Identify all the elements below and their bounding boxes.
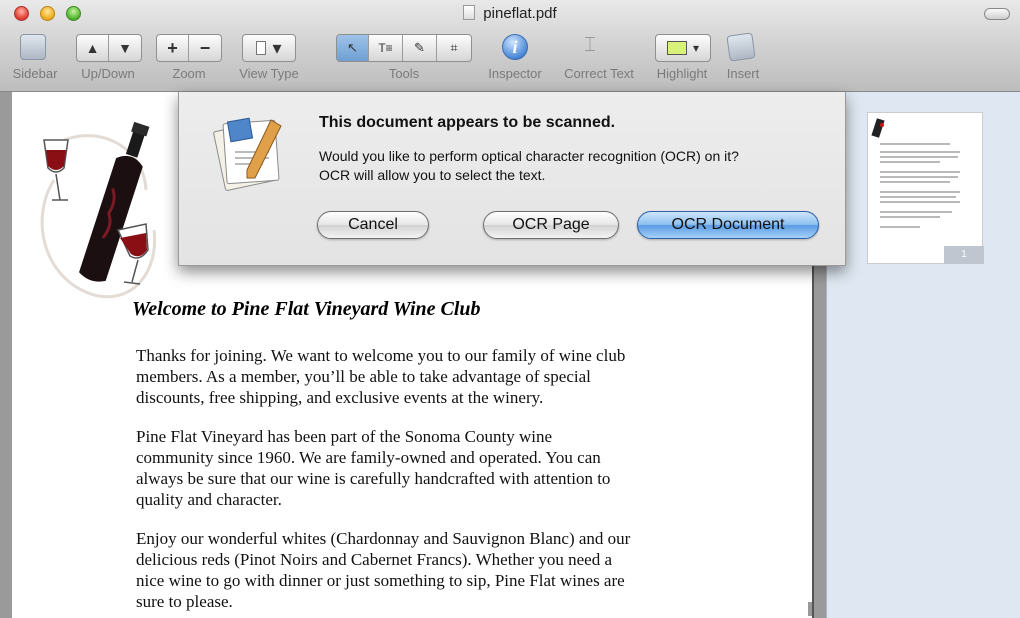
text-line: always be sure that our wine is carefull… (136, 469, 611, 488)
plus-icon: + (167, 37, 178, 58)
text-line: Enjoy our wonderful whites (Chardonnay a… (136, 529, 631, 548)
zoom-control: + − (156, 34, 222, 62)
text-line: sure to please. (136, 592, 233, 611)
thumbnail-text-line (880, 181, 950, 183)
wine-illustration (40, 121, 157, 299)
text-line: community since 1960. We are family-owne… (136, 448, 601, 467)
insert-button[interactable] (726, 32, 756, 65)
toolbar-toggle-button[interactable] (984, 8, 1010, 20)
thumbnail-text-line (880, 191, 960, 193)
thumbnail-text-line (880, 171, 960, 173)
sidebar-icon (20, 34, 46, 60)
thumbnail-sidebar: 1 (826, 92, 1020, 618)
chevron-down-icon: ▾ (272, 37, 282, 58)
thumbnail-text-line (880, 161, 940, 163)
correct-text-label: Correct Text (564, 66, 634, 81)
sheet-message-line: Would you like to perform optical charac… (319, 148, 739, 164)
annotate-tool-button[interactable]: ✎ (403, 35, 437, 61)
text-line: Thanks for joining. We want to welcome y… (136, 346, 626, 365)
tools-label: Tools (388, 66, 420, 81)
highlight-button[interactable]: ▾ (655, 34, 711, 62)
sheet-message: Would you like to perform optical charac… (319, 147, 829, 185)
vertical-scrollbar[interactable] (808, 602, 812, 616)
page-view-icon (256, 41, 267, 55)
pointer-icon: ↖ (347, 40, 358, 55)
correct-text-button[interactable]: ⌶ (584, 34, 596, 57)
select-tool-button[interactable]: ↖ (337, 35, 369, 61)
thumbnail-text-line (880, 151, 960, 153)
inspector-button[interactable]: i (502, 34, 528, 60)
thumbnail-text-line (880, 176, 958, 178)
crop-tool-button[interactable]: ⌗ (437, 35, 471, 61)
thumbnail-accent-icon (880, 123, 884, 127)
chevron-down-icon: ▾ (692, 41, 700, 55)
minus-icon: − (199, 37, 211, 58)
window-titlebar: pineflat.pdf Sidebar ▲ ▼ Up/Down + − Zoo… (0, 0, 1020, 92)
highlight-label: Highlight (656, 66, 708, 81)
updown-control: ▲ ▼ (76, 34, 142, 62)
tools-control: ↖ T≡ ✎ ⌗ (336, 34, 472, 62)
text-line: members. As a member, you’ll be able to … (136, 367, 591, 386)
sidebar-label: Sidebar (12, 66, 58, 81)
sheet-message-line: OCR will allow you to select the text. (319, 167, 546, 183)
text-line: delicious reds (Pinot Noirs and Cabernet… (136, 550, 613, 569)
crop-icon: ⌗ (450, 40, 458, 55)
arrow-up-icon: ▲ (85, 40, 100, 56)
text-select-tool-button[interactable]: T≡ (369, 35, 403, 61)
document-paragraph-1: Thanks for joining. We want to welcome y… (136, 345, 696, 408)
ocr-document-button[interactable]: OCR Document (637, 211, 819, 239)
view-type-button[interactable]: ▾ (242, 34, 296, 62)
zoom-in-button[interactable]: + (157, 35, 189, 61)
sheet-title: This document appears to be scanned. (319, 114, 616, 131)
text-line: Pine Flat Vineyard has been part of the … (136, 427, 553, 446)
thumbnail-text-line (880, 196, 956, 198)
pencil-icon: ✎ (414, 40, 425, 55)
insert-page-icon (726, 32, 756, 62)
highlight-color-swatch (666, 41, 687, 55)
thumbnail-text-line (880, 143, 950, 145)
thumbnail-text-line (880, 216, 940, 218)
document-paragraph-2: Pine Flat Vineyard has been part of the … (136, 426, 696, 510)
sidebar-button[interactable] (20, 34, 46, 65)
ocr-page-button[interactable]: OCR Page (483, 211, 619, 239)
window-title: pineflat.pdf (0, 5, 1020, 22)
text-line: nice wine to go with dinner or just some… (136, 571, 625, 590)
text-line: quality and character. (136, 490, 282, 509)
zoom-out-button[interactable]: − (189, 35, 221, 61)
document-paragraph-3: Enjoy our wonderful whites (Chardonnay a… (136, 528, 696, 612)
arrow-down-icon: ▼ (118, 40, 132, 56)
pdf-document-icon (463, 5, 476, 20)
thumbnail-text-line (880, 201, 960, 203)
page-thumbnail[interactable] (867, 112, 983, 264)
insert-label: Insert (726, 66, 760, 81)
zoom-label: Zoom (172, 66, 206, 81)
thumbnail-text-line (880, 156, 958, 158)
text-line: discounts, free shipping, and exclusive … (136, 388, 544, 407)
text-cursor-icon: ⌶ (584, 34, 596, 56)
thumbnail-text-line (880, 226, 920, 228)
ocr-sheet-dialog: This document appears to be scanned. Wou… (178, 92, 846, 266)
text-select-icon: T≡ (378, 41, 393, 55)
page-number-badge: 1 (944, 246, 984, 264)
inspector-label: Inspector (488, 66, 542, 81)
page-down-button[interactable]: ▼ (109, 35, 141, 61)
thumbnail-logo-icon (871, 118, 885, 138)
page-up-button[interactable]: ▲ (77, 35, 109, 61)
view-type-label: View Type (239, 66, 299, 81)
document-heading: Welcome to Pine Flat Vineyard Wine Club (132, 298, 481, 320)
cancel-button[interactable]: Cancel (317, 211, 429, 239)
info-icon: i (502, 34, 528, 60)
preview-app-icon (213, 117, 282, 191)
updown-label: Up/Down (81, 66, 135, 81)
thumbnail-text-line (880, 211, 952, 213)
window-title-text: pineflat.pdf (483, 5, 557, 22)
